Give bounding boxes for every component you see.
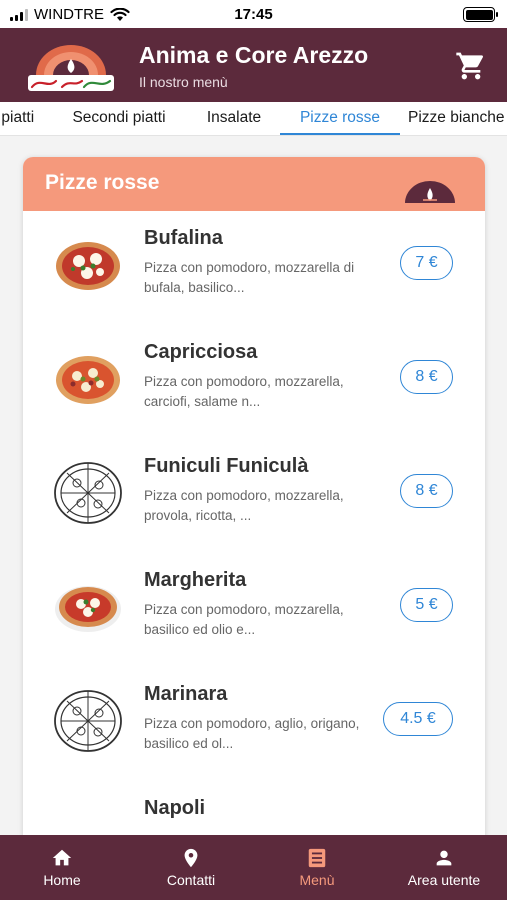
tab-pizze-bianche[interactable]: Pizze bianche <box>408 102 507 135</box>
tab-primi-piatti[interactable]: Primi piatti <box>0 102 48 135</box>
nav-label: Home <box>43 872 81 888</box>
price-button[interactable]: 7 € <box>400 246 453 280</box>
menu-item[interactable]: Funiculi Funiculà Pizza con pomodoro, mo… <box>23 439 485 553</box>
item-name: Margherita <box>144 569 247 591</box>
item-name: Bufalina <box>144 227 223 249</box>
battery-icon <box>463 7 498 22</box>
pizza-sketch <box>54 462 122 524</box>
price-button[interactable]: 8 € <box>400 360 453 394</box>
category-header: Pizze rosse <box>23 157 485 211</box>
price-button[interactable]: 8 € <box>400 474 453 508</box>
category-title: Pizze rosse <box>45 171 160 194</box>
item-name: Marinara <box>144 683 228 705</box>
nav-menu[interactable]: Menù <box>267 835 367 900</box>
category-tabs: Primi piatti Secondi piatti Insalate Piz… <box>0 102 507 136</box>
nav-area-utente[interactable]: Area utente <box>392 835 496 900</box>
item-description: Pizza con pomodoro, mozzarella, basilico… <box>144 602 344 637</box>
item-name: Napoli <box>144 797 206 819</box>
item-description: Pizza con pomodoro, mozzarella, carciofi… <box>144 374 344 409</box>
page-title: Anima e Core Arezzo <box>139 42 369 68</box>
tab-insalate[interactable]: Insalate <box>188 102 280 135</box>
item-description: Pizza con pomodoro, mozzarella, provola,… <box>144 488 344 523</box>
menu-list-icon <box>308 848 326 868</box>
nav-label: Contatti <box>166 872 216 888</box>
app-screen: WINDTRE 17:45 Anima e Core Arezzo Il nos… <box>0 0 507 900</box>
home-icon <box>52 849 72 866</box>
item-name: Funiculi Funiculà <box>144 455 309 477</box>
nav-contatti[interactable]: Contatti <box>138 835 244 900</box>
nav-label: Menù <box>299 872 335 888</box>
cart-icon[interactable] <box>455 50 487 82</box>
pizza-photo <box>55 586 121 632</box>
page-subtitle: Il nostro menù <box>139 74 228 90</box>
bottom-navigation: Home Contatti Menù Area utente <box>0 835 507 900</box>
menu-category-card: Pizze rosse Bufalina Pizza con pomodoro,… <box>23 157 485 877</box>
nav-label: Area utente <box>407 872 481 888</box>
status-bar: WINDTRE 17:45 <box>0 0 507 30</box>
location-pin-icon <box>184 848 198 868</box>
user-icon <box>436 850 452 866</box>
menu-item[interactable]: Margherita Pizza con pomodoro, mozzarell… <box>23 553 485 667</box>
pizza-oven-icon <box>405 181 455 203</box>
pizza-photo <box>56 356 120 404</box>
price-button[interactable]: 4.5 € <box>383 702 453 736</box>
pizza-sketch <box>54 690 122 752</box>
nav-home[interactable]: Home <box>13 835 111 900</box>
restaurant-logo <box>22 37 120 95</box>
item-description: Pizza con pomodoro, mozzarella di bufala… <box>144 260 355 295</box>
tab-secondi-piatti[interactable]: Secondi piatti <box>58 102 180 135</box>
app-header: Anima e Core Arezzo Il nostro menù <box>0 28 507 102</box>
menu-item[interactable]: Capricciosa Pizza con pomodoro, mozzarel… <box>23 325 485 439</box>
price-button[interactable]: 5 € <box>400 588 453 622</box>
status-time: 17:45 <box>234 6 273 23</box>
item-name: Capricciosa <box>144 341 258 363</box>
menu-item[interactable]: Bufalina Pizza con pomodoro, mozzarella … <box>23 211 485 325</box>
pizza-photo <box>56 242 120 290</box>
item-description: Pizza con pomodoro, aglio, origano, basi… <box>144 716 360 751</box>
menu-item[interactable]: Marinara Pizza con pomodoro, aglio, orig… <box>23 667 485 781</box>
tab-pizze-rosse[interactable]: Pizze rosse <box>280 102 400 135</box>
